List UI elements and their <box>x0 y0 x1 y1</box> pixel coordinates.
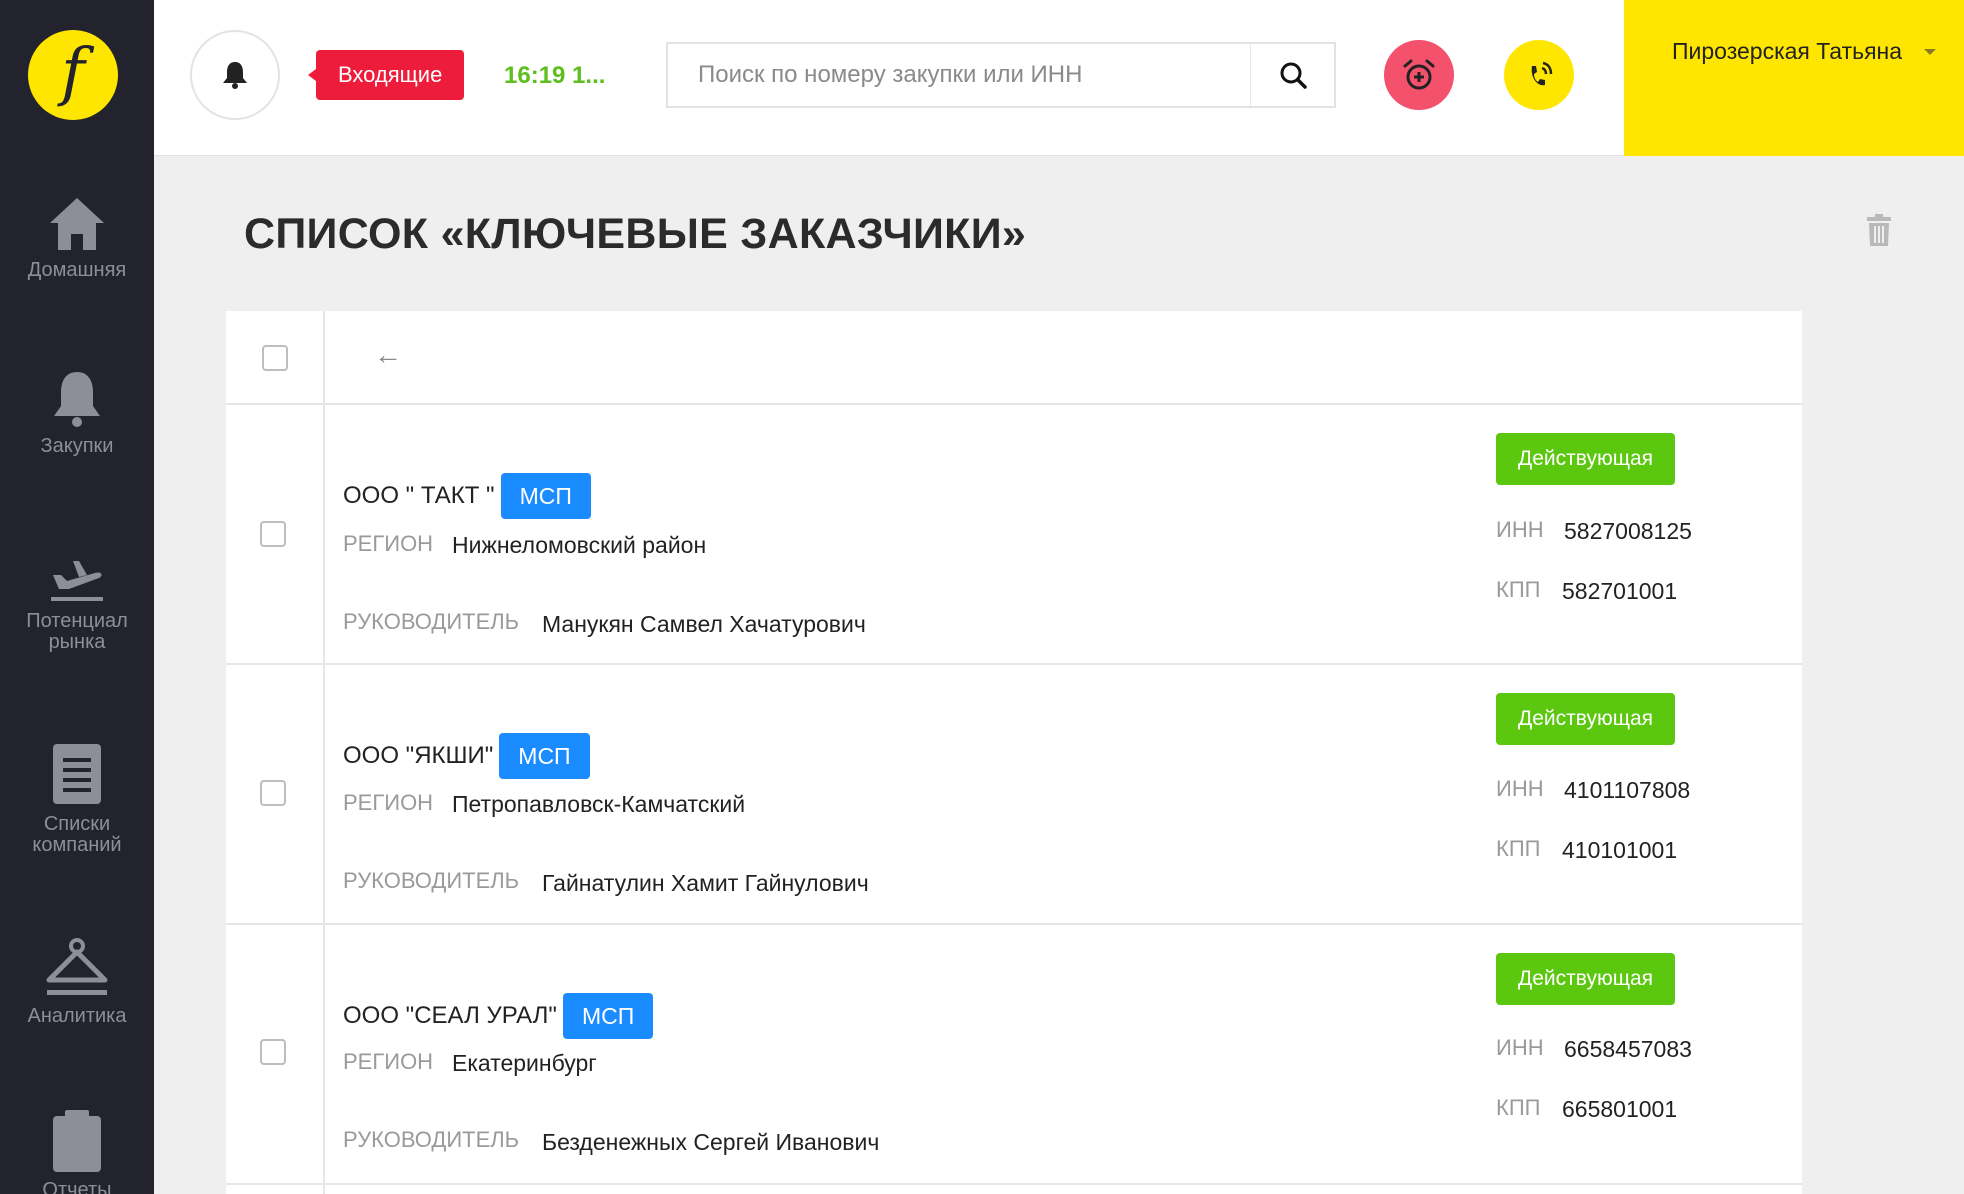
director-value: Безденежных Сергей Иванович <box>542 1129 880 1155</box>
status-badge: Действующая <box>1496 953 1676 1005</box>
director-label: РУКОВОДИТЕЛЬ <box>343 1127 520 1152</box>
company-name[interactable]: ООО "ЯКШИ" МСП <box>343 733 590 779</box>
sidebar-item-analytics[interactable]: Аналитика <box>0 938 154 1027</box>
search-box <box>666 42 1336 108</box>
row-checkbox[interactable] <box>260 780 286 806</box>
kpp-label: КПП <box>1496 1095 1541 1120</box>
page-title: СПИСОК «КЛЮЧЕВЫЕ ЗАКАЗЧИКИ» <box>244 210 1027 258</box>
user-menu[interactable]: Пирозерская Татьяна <box>1624 0 1964 156</box>
inn-label: ИНН <box>1496 517 1544 542</box>
region-value: Нижнеломовский район <box>452 532 707 558</box>
sidebar-item-label: Отчеты <box>42 1179 112 1194</box>
sidebar-item-home[interactable]: Домашняя <box>0 196 154 281</box>
region-value: Петропавловск-Камчатский <box>452 791 746 817</box>
bell-icon <box>223 62 247 89</box>
sidebar-item-reports[interactable]: Отчеты <box>0 1110 154 1194</box>
kpp-value: 410101001 <box>1562 837 1678 863</box>
sidebar: f Домашняя Закупки Потенциал рынка Списк… <box>0 0 154 1194</box>
list-header: ← <box>226 311 1802 405</box>
kpp-label: КПП <box>1496 836 1541 861</box>
list-item[interactable]: ООО " ТАКТ " МСП РЕГИОН Нижнеломовский р… <box>226 405 1802 665</box>
select-all-checkbox[interactable] <box>262 345 288 371</box>
bell-icon <box>54 372 100 427</box>
status-badge: Действующая <box>1496 693 1676 745</box>
sidebar-item-label: Закупки <box>40 435 114 457</box>
msp-badge: МСП <box>562 993 654 1039</box>
director-label: РУКОВОДИТЕЛЬ <box>343 609 520 634</box>
company-name[interactable]: ООО " ТАКТ " МСП <box>343 473 591 519</box>
inn-value: 5827008125 <box>1564 518 1692 544</box>
sidebar-item-label: Домашняя <box>27 259 127 281</box>
kpp-value: 665801001 <box>1562 1096 1678 1122</box>
region-label: РЕГИОН <box>343 531 434 556</box>
sidebar-item-company-lists[interactable]: Списки компаний <box>0 742 154 856</box>
row-checkbox[interactable] <box>260 1039 286 1065</box>
back-arrow-icon[interactable]: ← <box>374 339 402 371</box>
status-badge: Действующая <box>1496 433 1676 485</box>
company-name-text: ООО "СЕАЛ УРАЛ" <box>343 1002 557 1029</box>
msp-badge: МСП <box>500 473 591 519</box>
search-button[interactable] <box>1250 44 1334 106</box>
company-name-text: ООО " ТАКТ " <box>343 482 495 509</box>
list-item[interactable]: ООО "ЯКШИ" МСП РЕГИОН Петропавловск-Камч… <box>226 665 1802 925</box>
logo-letter: f <box>61 35 85 109</box>
plane-icon <box>51 561 103 601</box>
sidebar-item-label: Потенциал рынка <box>26 610 128 653</box>
header: Входящие 16:19 1... Пирозерская Татьяна <box>154 0 1964 156</box>
logo[interactable]: f <box>28 30 118 120</box>
alarm-clock-icon <box>1403 59 1435 90</box>
sidebar-item-purchases[interactable]: Закупки <box>0 370 154 457</box>
user-name: Пирозерская Татьяна <box>1672 38 1903 64</box>
kpp-label: КПП <box>1496 577 1541 602</box>
trash-icon <box>1867 214 1891 246</box>
hanger-icon <box>46 938 108 995</box>
clock-text: 16:19 1... <box>504 62 606 89</box>
company-name-text: ООО "ЯКШИ" <box>343 742 494 769</box>
phone-icon <box>1531 61 1553 86</box>
sidebar-item-label: Списки компаний <box>32 813 122 856</box>
home-icon <box>50 198 104 250</box>
inn-label: ИНН <box>1496 1035 1544 1060</box>
clipboard-icon <box>53 1110 101 1172</box>
company-list: ← ООО " ТАКТ " МСП РЕГИОН Нижнеломовский… <box>226 311 1802 1194</box>
company-name[interactable]: ООО "СЕАЛ УРАЛ" МСП <box>343 993 654 1039</box>
region-value: Екатеринбург <box>452 1050 597 1076</box>
sidebar-item-market-potential[interactable]: Потенциал рынка <box>0 553 154 653</box>
search-input[interactable] <box>668 44 1248 106</box>
chevron-down-icon <box>1924 49 1936 55</box>
document-icon <box>53 744 101 804</box>
inn-label: ИНН <box>1496 776 1544 801</box>
incoming-badge[interactable]: Входящие <box>307 50 465 100</box>
list-item[interactable]: ООО "СЕАЛ УРАЛ" МСП РЕГИОН Екатеринбург … <box>226 925 1802 1185</box>
call-button[interactable] <box>1504 40 1574 110</box>
director-value: Манукян Самвел Хачатурович <box>542 611 866 637</box>
search-icon <box>1280 62 1307 89</box>
inn-value: 6658457083 <box>1564 1036 1692 1062</box>
msp-badge: МСП <box>499 733 590 779</box>
region-label: РЕГИОН <box>343 790 434 815</box>
inn-value: 4101107808 <box>1564 777 1691 803</box>
notifications-button[interactable] <box>190 30 280 120</box>
kpp-value: 582701001 <box>1562 578 1678 604</box>
delete-list-button[interactable] <box>1866 214 1892 251</box>
region-label: РЕГИОН <box>343 1049 434 1074</box>
row-checkbox[interactable] <box>260 521 286 547</box>
alarm-button[interactable] <box>1384 40 1454 110</box>
director-label: РУКОВОДИТЕЛЬ <box>343 868 520 893</box>
director-value: Гайнатулин Хамит Гайнулович <box>542 870 869 896</box>
sidebar-item-label: Аналитика <box>27 1005 127 1027</box>
